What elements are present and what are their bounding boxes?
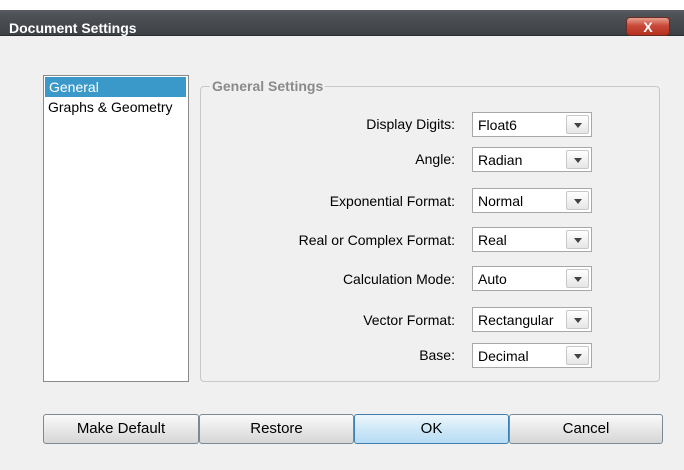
vector-format-label: Vector Format: (363, 312, 455, 328)
angle-label: Angle: (415, 151, 455, 167)
chevron-down-icon[interactable] (566, 150, 589, 169)
base-value: Decimal (478, 348, 529, 364)
title-bar-top-edge (0, 0, 684, 10)
category-item-general[interactable]: General (45, 77, 186, 97)
chevron-down-icon[interactable] (566, 115, 589, 134)
chevron-down-icon[interactable] (566, 269, 589, 288)
category-list[interactable]: General Graphs & Geometry (43, 75, 189, 382)
exponential-format-select[interactable]: Normal (472, 188, 592, 213)
restore-button[interactable]: Restore (199, 414, 354, 444)
real-complex-format-label: Real or Complex Format: (298, 232, 455, 248)
vector-format-select[interactable]: Rectangular (472, 307, 592, 332)
vector-format-value: Rectangular (478, 312, 554, 328)
cancel-button[interactable]: Cancel (509, 414, 663, 444)
display-digits-label: Display Digits: (366, 116, 455, 132)
document-settings-dialog: Document Settings X General Graphs & Geo… (0, 0, 684, 470)
exponential-format-label: Exponential Format: (329, 193, 455, 209)
base-select[interactable]: Decimal (472, 343, 592, 368)
ok-button[interactable]: OK (354, 414, 509, 444)
chevron-down-icon[interactable] (566, 191, 589, 210)
chevron-down-icon[interactable] (566, 346, 589, 365)
title-bar[interactable]: Document Settings X (0, 0, 684, 36)
close-button[interactable]: X (626, 17, 670, 36)
chevron-down-icon[interactable] (566, 230, 589, 249)
make-default-button[interactable]: Make Default (43, 414, 199, 444)
real-complex-format-value: Real (478, 232, 507, 248)
angle-select[interactable]: Radian (472, 147, 592, 172)
window-title: Document Settings (9, 20, 137, 36)
calculation-mode-value: Auto (478, 271, 507, 287)
real-complex-format-select[interactable]: Real (472, 227, 592, 252)
group-title: General Settings (210, 78, 326, 94)
calculation-mode-label: Calculation Mode: (342, 271, 455, 287)
exponential-format-value: Normal (478, 193, 524, 209)
calculation-mode-select[interactable]: Auto (472, 266, 592, 291)
display-digits-value: Float6 (478, 117, 517, 133)
category-item-graphs-geometry[interactable]: Graphs & Geometry (44, 97, 188, 117)
angle-value: Radian (478, 152, 523, 168)
display-digits-select[interactable]: Float6 (472, 112, 592, 137)
base-label: Base: (419, 347, 455, 363)
close-icon: X (643, 18, 653, 35)
chevron-down-icon[interactable] (566, 310, 589, 329)
